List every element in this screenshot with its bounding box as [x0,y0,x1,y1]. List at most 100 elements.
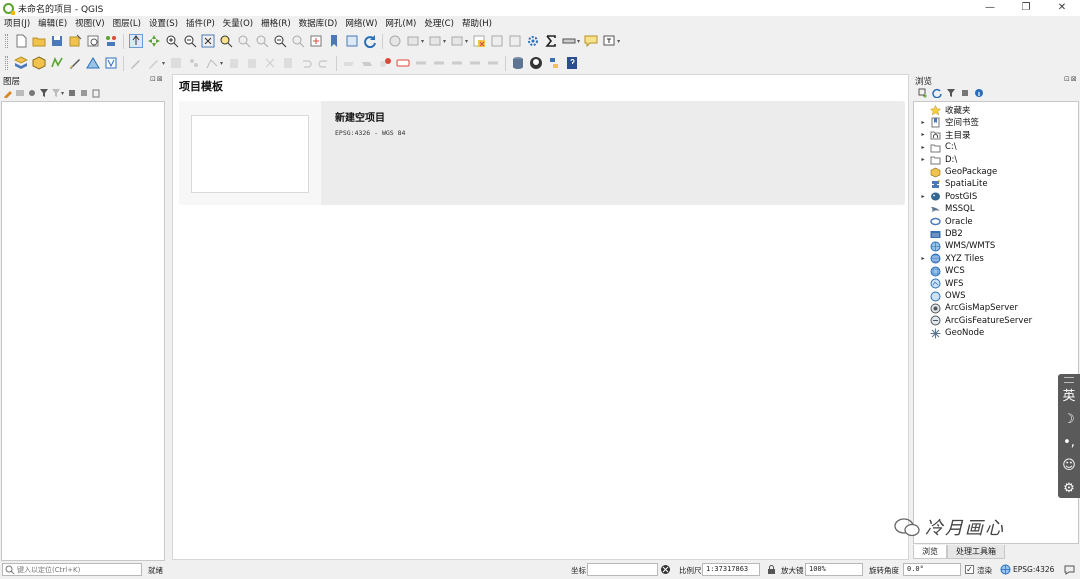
add-virtual-layer-icon[interactable] [104,56,118,70]
browser-item[interactable]: ▸ 主目录 [918,129,970,141]
measure-icon[interactable] [562,34,576,48]
ime-language-toggle[interactable]: 英 [1062,387,1075,406]
rotate-label-icon[interactable] [432,56,446,70]
crs-globe-icon[interactable] [1000,564,1011,575]
browser-item-wfs[interactable]: WFS [918,278,964,290]
change-label-icon[interactable] [450,56,464,70]
digitize-icon[interactable] [68,56,82,70]
add-mesh-layer-icon[interactable] [86,56,100,70]
browser-item-wcs[interactable]: WCS [918,265,965,277]
new-map-view-icon[interactable] [309,34,323,48]
menu-web[interactable]: 网络(W) [341,17,381,29]
measure-dropdown-icon[interactable]: ▾ [577,38,580,45]
filter-legend-icon[interactable] [39,88,49,98]
collapse-browser-icon[interactable] [960,88,970,98]
open-attribute-table-icon[interactable] [472,34,486,48]
coordinate-field[interactable] [587,563,658,576]
ime-drag-handle[interactable] [1064,377,1074,383]
deselect-icon[interactable] [450,34,464,48]
toggle-editing-icon[interactable] [129,56,143,70]
zoom-native-icon[interactable] [255,34,269,48]
zoom-full-icon[interactable] [201,34,215,48]
redo-icon[interactable] [317,56,331,70]
print-layout-icon[interactable] [86,34,100,48]
save-edits-icon[interactable] [169,56,183,70]
menu-raster[interactable]: 栅格(R) [257,17,295,29]
menu-view[interactable]: 视图(V) [71,17,108,29]
menu-layer[interactable]: 图层(L) [109,17,145,29]
filter-browser-icon[interactable] [946,88,956,98]
collapse-all-icon[interactable] [79,88,89,98]
menu-processing[interactable]: 处理(C) [420,17,458,29]
save-as-icon[interactable] [68,34,82,48]
pin-labels-icon[interactable] [378,56,392,70]
vertex-dropdown-icon[interactable]: ▾ [220,60,223,67]
pan-map-icon[interactable] [129,34,143,48]
browser-item[interactable]: ▸ 空间书签 [918,116,979,128]
ime-emoji-icon[interactable]: ☺ [1062,456,1076,475]
cut-features-icon[interactable] [245,56,259,70]
copy-features-icon[interactable] [263,56,277,70]
label-tool-icon[interactable] [342,56,356,70]
expand-arrow-icon[interactable]: ▸ [918,131,928,138]
menu-edit[interactable]: 编辑(E) [34,17,71,29]
browser-item-mssql[interactable]: MSSQL [918,203,975,215]
locator-bar[interactable] [2,563,142,576]
delete-selected-icon[interactable] [227,56,241,70]
label-highlight-icon[interactable] [360,56,374,70]
maximize-button[interactable]: ❐ [1008,0,1044,16]
menu-help[interactable]: 帮助(H) [458,17,496,29]
layers-tree[interactable] [1,101,165,561]
edit-dropdown-icon[interactable]: ▾ [162,60,165,67]
lock-scale-icon[interactable] [766,564,777,575]
crs-label[interactable]: EPSG:4326 [1013,565,1054,574]
browser-item-arcgismapserver[interactable]: ArcGisMapServer [918,302,1018,314]
minimize-button[interactable]: — [972,0,1008,16]
remove-layer-icon[interactable] [91,88,101,98]
zoom-last-icon[interactable] [273,34,287,48]
db-manager-icon[interactable] [511,56,525,70]
save-project-icon[interactable] [50,34,64,48]
data-source-manager-icon[interactable] [14,56,28,70]
menu-settings[interactable]: 设置(S) [145,17,182,29]
edit-pencil-icon[interactable] [147,56,161,70]
label-undo-icon[interactable] [486,56,500,70]
python-console-icon[interactable] [547,56,561,70]
help-contents-icon[interactable] [565,56,579,70]
browser-item-spatialite[interactable]: SpatiaLite [918,178,988,190]
pan-to-selection-icon[interactable] [147,34,161,48]
globe-plugin-icon[interactable] [529,56,543,70]
map-tips-icon[interactable] [584,34,598,48]
expand-all-icon[interactable] [67,88,77,98]
browser-item-geonode[interactable]: GeoNode [918,327,984,339]
toggle-extents-icon[interactable] [660,564,671,575]
browser-panel-controls[interactable]: ⊡⊠ [1064,75,1078,83]
new-bookmark-icon[interactable] [327,34,341,48]
browser-item-postgis[interactable]: ▸ PostGIS [918,191,977,203]
ime-settings-icon[interactable]: ⚙ [1063,479,1075,498]
filter-expression-icon[interactable] [51,88,61,98]
filter-dropdown-icon[interactable]: ▾ [61,90,64,97]
vertex-tool-icon[interactable] [205,56,219,70]
browser-item[interactable]: 收藏夹 [918,104,971,116]
select-by-value-icon[interactable] [428,34,442,48]
zoom-next-icon[interactable] [291,34,305,48]
expand-arrow-icon[interactable]: ▸ [918,119,928,126]
ime-punctuation-icon[interactable]: •, [1063,433,1075,452]
menu-database[interactable]: 数据库(D) [295,17,342,29]
ime-moon-icon[interactable]: ☽ [1063,410,1075,429]
label-props-icon[interactable] [468,56,482,70]
tab-browser[interactable]: 浏览 [913,545,947,559]
menu-mesh[interactable]: 网孔(M) [381,17,420,29]
expand-arrow-icon[interactable]: ▸ [918,156,928,163]
expand-arrow-icon[interactable]: ▸ [918,255,928,262]
properties-icon[interactable] [974,88,984,98]
browser-item-xyz-tiles[interactable]: ▸ XYZ Tiles [918,253,984,265]
browser-item-arcgisfeatureserver[interactable]: ArcGisFeatureServer [918,315,1032,327]
open-project-icon[interactable] [32,34,46,48]
expand-arrow-icon[interactable]: ▸ [918,193,928,200]
locator-input[interactable] [17,565,137,574]
browser-item-oracle[interactable]: Oracle [918,216,973,228]
identify-icon[interactable] [388,34,402,48]
undo-icon[interactable] [299,56,313,70]
